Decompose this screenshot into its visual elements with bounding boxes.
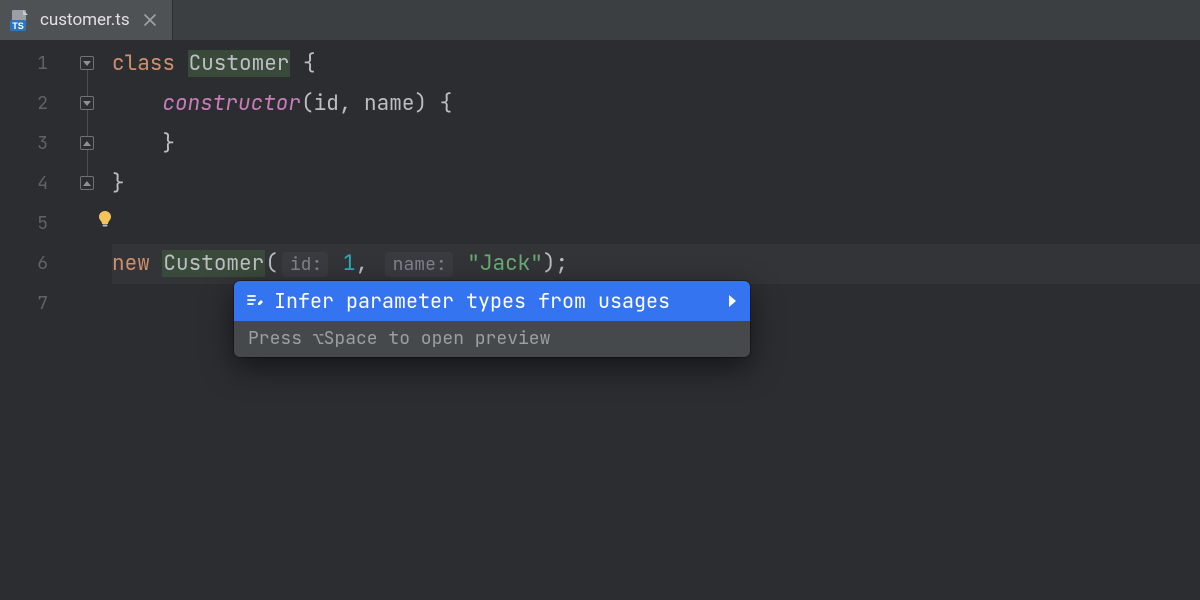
line-number: 5: [0, 204, 78, 244]
line-number: 3: [0, 124, 78, 164]
intention-hint: Press ⌥Space to open preview: [234, 321, 750, 357]
line-number: 6: [0, 244, 78, 284]
code-line[interactable]: }: [112, 124, 1200, 164]
parameter-hint: id:: [282, 252, 328, 277]
close-icon[interactable]: [142, 12, 158, 28]
edit-icon: [246, 292, 264, 310]
code-line[interactable]: constructor(id, name) {: [112, 84, 1200, 124]
line-number: 2: [0, 84, 78, 124]
line-number: 4: [0, 164, 78, 204]
code-area[interactable]: class Customer { constructor(id, name) {…: [78, 40, 1200, 600]
tab-customer-ts[interactable]: TS customer.ts: [0, 0, 173, 40]
intention-bulb-icon[interactable]: [94, 208, 116, 230]
code-line[interactable]: }: [112, 164, 1200, 204]
intention-action-label: Infer parameter types from usages: [274, 281, 670, 321]
intention-action-infer-types[interactable]: Infer parameter types from usages: [234, 281, 750, 321]
code-editor[interactable]: 1 2 3 4 5 6 7 class Customer { construct…: [0, 40, 1200, 600]
typescript-file-icon: TS: [10, 9, 32, 31]
line-number: 1: [0, 44, 78, 84]
tab-label: customer.ts: [40, 10, 130, 30]
code-line-current[interactable]: new Customer(id: 1, name: "Jack");: [112, 244, 1200, 284]
chevron-right-icon: [729, 295, 736, 307]
intention-popup: Infer parameter types from usages Press …: [234, 281, 750, 357]
line-number-gutter: 1 2 3 4 5 6 7: [0, 40, 78, 600]
svg-text:TS: TS: [12, 21, 24, 31]
line-number: 7: [0, 284, 78, 324]
code-line[interactable]: class Customer {: [112, 44, 1200, 84]
tab-bar: TS customer.ts: [0, 0, 1200, 40]
parameter-hint: name:: [385, 252, 453, 277]
code-line[interactable]: [112, 204, 1200, 244]
